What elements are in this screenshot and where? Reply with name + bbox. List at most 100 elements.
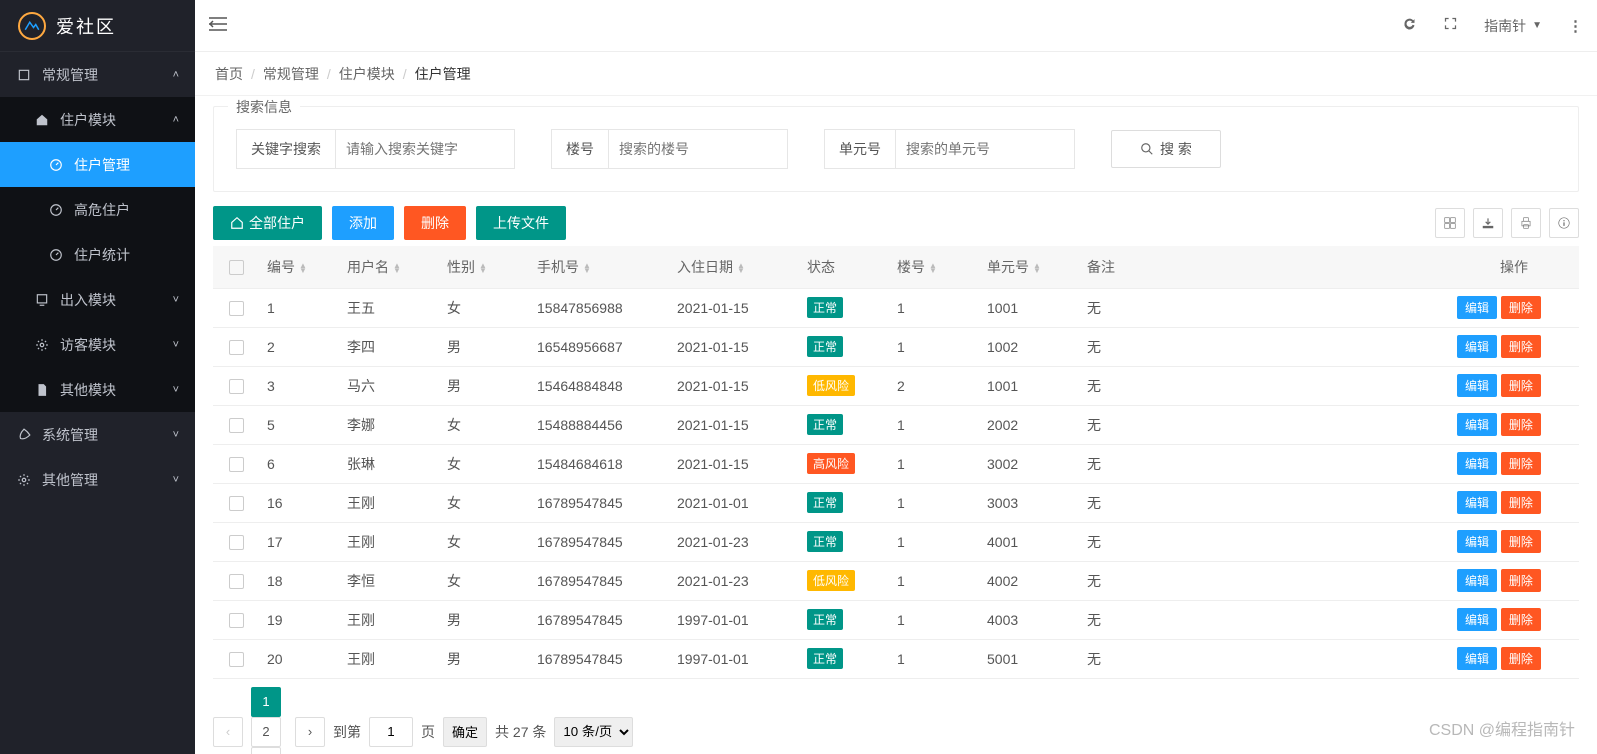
breadcrumb: 首页/常规管理/住户模块/住户管理 [195, 52, 1597, 96]
unit-group: 单元号 [824, 129, 1075, 169]
sidebar-item-9[interactable]: 其他管理˅ [0, 457, 195, 502]
more-icon[interactable]: ⋮ [1568, 17, 1583, 35]
sidebar-item-8[interactable]: 系统管理˅ [0, 412, 195, 457]
edit-button[interactable]: 编辑 [1457, 491, 1497, 514]
content: 搜索信息 关键字搜索 楼号 单元号 [195, 96, 1597, 754]
edit-button[interactable]: 编辑 [1457, 374, 1497, 397]
row-delete-button[interactable]: 删除 [1501, 530, 1541, 553]
chevron-down-icon: ▼ [1532, 20, 1542, 31]
data-table: 编号▲▼用户名▲▼性别▲▼手机号▲▼入住日期▲▼状态楼号▲▼单元号▲▼备注操作 … [213, 246, 1579, 679]
columns-icon[interactable] [1435, 208, 1465, 238]
sidebar-item-3[interactable]: 高危住户 [0, 187, 195, 232]
crumb-0[interactable]: 首页 [215, 64, 243, 84]
page-unit: 页 [421, 722, 435, 742]
keyword-label: 关键字搜索 [237, 130, 336, 168]
export-icon[interactable] [1473, 208, 1503, 238]
sidebar-item-0[interactable]: 常规管理˄ [0, 52, 195, 97]
chevron-down-icon: ˅ [173, 429, 179, 441]
sidebar-item-6[interactable]: 访客模块˅ [0, 322, 195, 367]
row-delete-button[interactable]: 删除 [1501, 608, 1541, 631]
fullscreen-icon[interactable] [1443, 16, 1458, 35]
row-checkbox[interactable] [229, 613, 244, 628]
sidebar-item-1[interactable]: 住户模块˄ [0, 97, 195, 142]
edit-button[interactable]: 编辑 [1457, 608, 1497, 631]
row-delete-button[interactable]: 删除 [1501, 647, 1541, 670]
search-panel: 搜索信息 关键字搜索 楼号 单元号 [213, 106, 1579, 192]
edit-button[interactable]: 编辑 [1457, 413, 1497, 436]
table-row: 3马六男154648848482021-01-15低风险21001无编辑 删除 [213, 366, 1579, 405]
edit-button[interactable]: 编辑 [1457, 530, 1497, 553]
sort-icon[interactable]: ▲▼ [393, 263, 401, 273]
row-delete-button[interactable]: 删除 [1501, 413, 1541, 436]
sort-icon[interactable]: ▲▼ [479, 263, 487, 273]
search-button[interactable]: 搜 索 [1111, 130, 1221, 168]
add-button[interactable]: 添加 [332, 206, 394, 240]
brand: 爱社区 [0, 0, 195, 52]
row-checkbox[interactable] [229, 535, 244, 550]
per-page-select[interactable]: 10 条/页 [554, 717, 633, 747]
row-checkbox[interactable] [229, 301, 244, 316]
status-badge: 低风险 [807, 375, 855, 396]
goto-input[interactable] [369, 717, 413, 747]
chevron-up-icon: ˄ [173, 114, 179, 126]
sidebar-item-5[interactable]: 出入模块˅ [0, 277, 195, 322]
print-icon[interactable] [1511, 208, 1541, 238]
row-delete-button[interactable]: 删除 [1501, 569, 1541, 592]
keyword-input[interactable] [336, 130, 514, 168]
pagination: ‹ 123 › 到第 页 确定 共 27 条 10 条/页 [213, 679, 1579, 754]
all-button[interactable]: 全部住户 [213, 206, 322, 240]
next-page-button[interactable]: › [295, 717, 325, 747]
page-2[interactable]: 2 [251, 717, 281, 747]
sidebar-item-2[interactable]: 住户管理 [0, 142, 195, 187]
refresh-icon[interactable] [1402, 16, 1417, 35]
search-legend: 搜索信息 [228, 97, 300, 117]
row-delete-button[interactable]: 删除 [1501, 296, 1541, 319]
row-checkbox[interactable] [229, 652, 244, 667]
status-badge: 正常 [807, 492, 843, 513]
brand-logo-icon [18, 12, 46, 40]
edit-button[interactable]: 编辑 [1457, 647, 1497, 670]
goto-confirm-button[interactable]: 确定 [443, 717, 487, 747]
upload-button[interactable]: 上传文件 [476, 206, 566, 240]
row-checkbox[interactable] [229, 340, 244, 355]
sort-icon[interactable]: ▲▼ [299, 263, 307, 273]
sort-icon[interactable]: ▲▼ [929, 263, 937, 273]
page-3[interactable]: 3 [251, 747, 281, 754]
status-badge: 正常 [807, 609, 843, 630]
checkbox-all[interactable] [229, 260, 244, 275]
row-checkbox[interactable] [229, 496, 244, 511]
crumb-3: 住户管理 [415, 64, 471, 84]
sidebar-item-4[interactable]: 住户统计 [0, 232, 195, 277]
row-checkbox[interactable] [229, 379, 244, 394]
table-row: 16王刚女167895478452021-01-01正常13003无编辑 删除 [213, 483, 1579, 522]
edit-button[interactable]: 编辑 [1457, 335, 1497, 358]
crumb-1[interactable]: 常规管理 [263, 64, 319, 84]
unit-input[interactable] [896, 130, 1074, 168]
row-delete-button[interactable]: 删除 [1501, 335, 1541, 358]
edit-button[interactable]: 编辑 [1457, 452, 1497, 475]
collapse-icon[interactable] [209, 15, 227, 36]
sort-icon[interactable]: ▲▼ [583, 263, 591, 273]
home-icon [34, 113, 50, 127]
info-icon[interactable] [1549, 208, 1579, 238]
sort-icon[interactable]: ▲▼ [1033, 263, 1041, 273]
sidebar-item-7[interactable]: 其他模块˅ [0, 367, 195, 412]
row-checkbox[interactable] [229, 574, 244, 589]
sort-icon[interactable]: ▲▼ [737, 263, 745, 273]
table-row: 19王刚男167895478451997-01-01正常14003无编辑 删除 [213, 600, 1579, 639]
compass-dropdown[interactable]: 指南针 ▼ [1484, 16, 1542, 36]
page-1[interactable]: 1 [251, 687, 281, 717]
row-delete-button[interactable]: 删除 [1501, 374, 1541, 397]
crumb-2[interactable]: 住户模块 [339, 64, 395, 84]
table-row: 20王刚男167895478451997-01-01正常15001无编辑 删除 [213, 639, 1579, 678]
row-delete-button[interactable]: 删除 [1501, 452, 1541, 475]
row-delete-button[interactable]: 删除 [1501, 491, 1541, 514]
row-checkbox[interactable] [229, 457, 244, 472]
edit-button[interactable]: 编辑 [1457, 569, 1497, 592]
delete-button[interactable]: 删除 [404, 206, 466, 240]
edit-button[interactable]: 编辑 [1457, 296, 1497, 319]
prev-page-button[interactable]: ‹ [213, 717, 243, 747]
building-input[interactable] [609, 130, 787, 168]
row-checkbox[interactable] [229, 418, 244, 433]
gear-icon [34, 338, 50, 352]
